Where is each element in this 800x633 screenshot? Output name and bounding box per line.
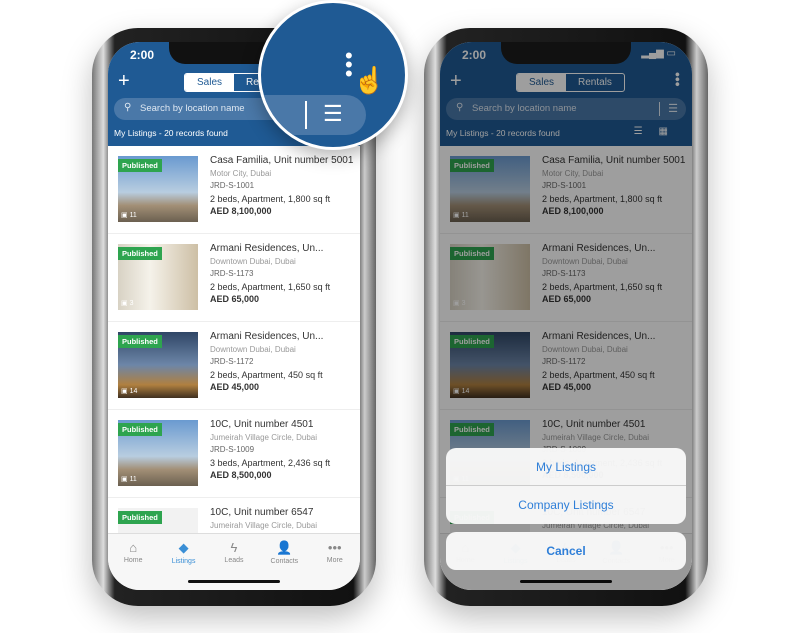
home-icon: ⌂ bbox=[129, 540, 138, 555]
status-badge: Published bbox=[118, 335, 162, 348]
screen: 2:00 ▂▄▆ ▭ + Sales Rentals ••• ⚲ Search by loca… bbox=[440, 42, 692, 590]
listing-ref: JRD-S-1173 bbox=[210, 269, 254, 278]
listing-details: 2 beds, Apartment, 1,800 sq ft bbox=[210, 193, 331, 204]
list-item[interactable]: Published ▣ 3 Armani Residences, Un... Down… bbox=[108, 234, 360, 322]
camera-icon: ▣ bbox=[121, 212, 130, 219]
listing-ref: JRD-S-1001 bbox=[210, 181, 255, 190]
listing-location: Downtown Dubai, Dubai bbox=[210, 344, 296, 354]
listing-price: AED 8,500,000 bbox=[210, 470, 272, 480]
layers-icon: ◆ bbox=[178, 540, 189, 555]
listing-location: Jumeirah Village Circle, Dubai bbox=[210, 520, 318, 530]
tab-label: Leads bbox=[224, 557, 244, 564]
listing-photo: Published ▣ 3 bbox=[118, 244, 198, 310]
list-item[interactable]: Published ▣ 14 Armani Residences, Un... Dow… bbox=[108, 322, 360, 410]
listing-title: 10C, Unit number 6547 bbox=[210, 507, 314, 518]
photo-count: ▣ 14 bbox=[121, 387, 137, 395]
listing-details: 2 beds, Apartment, 1,650 sq ft bbox=[210, 281, 331, 292]
listing-info: Casa Familia, Unit number 5001 Motor City… bbox=[210, 155, 353, 218]
tab-label: Contacts bbox=[270, 558, 299, 565]
add-icon[interactable]: + bbox=[118, 70, 130, 93]
listing-ref: JRD-S-1009 bbox=[210, 445, 255, 454]
cancel-button[interactable]: Cancel bbox=[446, 532, 686, 570]
listing-ref: JRD-S-1172 bbox=[210, 357, 254, 366]
status-time: 2:00 bbox=[130, 48, 155, 62]
listing-price: AED 8,100,000 bbox=[210, 206, 272, 216]
photo-count: ▣ 3 bbox=[121, 299, 133, 307]
status-badge: Published bbox=[118, 247, 162, 260]
tab-sales[interactable]: Sales bbox=[185, 74, 235, 91]
status-badge: Published bbox=[118, 423, 162, 436]
photo-count-value: 11 bbox=[129, 476, 137, 483]
tab-label: More bbox=[326, 557, 343, 564]
notch bbox=[501, 42, 631, 64]
status-badge: Published bbox=[118, 159, 162, 172]
list-item[interactable]: Published ▣ 11 Casa Familia, Unit number 5… bbox=[108, 146, 360, 234]
listing-title: 10C, Unit number 4501 bbox=[210, 419, 314, 430]
filter-icon[interactable]: ☰ bbox=[323, 101, 343, 127]
camera-icon: ▣ bbox=[121, 476, 130, 483]
listing-info: 10C, Unit number 6547 Jumeirah Village Ci… bbox=[210, 507, 317, 532]
listing-photo: Published ▣ 11 bbox=[118, 156, 198, 222]
listings-list: Published ▣ 11 Casa Familia, Unit number 5… bbox=[108, 146, 360, 586]
listing-title: Armani Residences, Un... bbox=[210, 331, 324, 342]
list-item[interactable]: Published ▣ 11 10C, Unit number 4501 Jumeir… bbox=[108, 410, 360, 498]
records-count: My Listings - 20 records found bbox=[114, 128, 228, 138]
photo-count-value: 3 bbox=[129, 300, 134, 307]
listing-info: 10C, Unit number 4501 Jumeirah Village Ci… bbox=[210, 419, 330, 482]
listing-info: Armani Residences, Un... Downtown Dubai, … bbox=[210, 243, 330, 306]
photo-count-value: 11 bbox=[129, 212, 137, 219]
photo-count-value: 14 bbox=[129, 388, 138, 395]
listing-title: Armani Residences, Un... bbox=[210, 243, 324, 254]
home-indicator[interactable] bbox=[188, 580, 280, 583]
tab-label: Home bbox=[123, 557, 143, 564]
status-badge: Published bbox=[118, 511, 162, 524]
tab-home[interactable]: ⌂ Home bbox=[113, 540, 153, 590]
photo-count: ▣ 11 bbox=[121, 475, 137, 483]
option-company-listings[interactable]: Company Listings bbox=[446, 486, 686, 524]
listing-location: Jumeirah Village Circle, Dubai bbox=[210, 432, 318, 442]
search-bar-zoomed bbox=[261, 95, 366, 135]
listing-title: Casa Familia, Unit number 5001 bbox=[210, 155, 354, 166]
listing-details: 2 beds, Apartment, 450 sq ft bbox=[210, 369, 323, 380]
tab-more[interactable]: ••• More bbox=[315, 540, 355, 590]
listing-location: Downtown Dubai, Dubai bbox=[210, 256, 296, 266]
divider bbox=[305, 101, 307, 129]
listing-price: AED 65,000 bbox=[210, 294, 260, 304]
action-sheet: My Listings Company Listings bbox=[446, 448, 686, 524]
listing-photo: Published ▣ 11 bbox=[118, 420, 198, 486]
bolt-icon: ϟ bbox=[230, 540, 238, 555]
magnifier-callout: • • • ☝ ☰ bbox=[258, 0, 408, 150]
person-icon: 👤 bbox=[276, 540, 293, 555]
more-options-icon[interactable]: ••• bbox=[345, 45, 353, 85]
listing-info: Armani Residences, Un... Downtown Dubai, … bbox=[210, 331, 323, 394]
search-placeholder: Search by location name bbox=[140, 103, 245, 114]
search-icon: ⚲ bbox=[124, 102, 132, 113]
tab-label: Listings bbox=[171, 558, 196, 565]
listing-photo: Published ▣ 14 bbox=[118, 332, 198, 398]
option-my-listings[interactable]: My Listings bbox=[446, 448, 686, 486]
camera-icon: ▣ bbox=[121, 388, 130, 395]
listing-details: 3 beds, Apartment, 2,436 sq ft bbox=[210, 457, 331, 468]
listing-location: Motor City, Dubai bbox=[210, 168, 272, 178]
phone-right: 2:00 ▂▄▆ ▭ + Sales Rentals ••• ⚲ Search by loca… bbox=[424, 28, 708, 606]
pointer-hand-icon: ☝ bbox=[353, 65, 386, 95]
camera-icon: ▣ bbox=[121, 300, 130, 307]
more-icon: ••• bbox=[327, 540, 342, 555]
photo-count: ▣ 11 bbox=[121, 211, 137, 219]
listing-price: AED 45,000 bbox=[210, 382, 260, 392]
